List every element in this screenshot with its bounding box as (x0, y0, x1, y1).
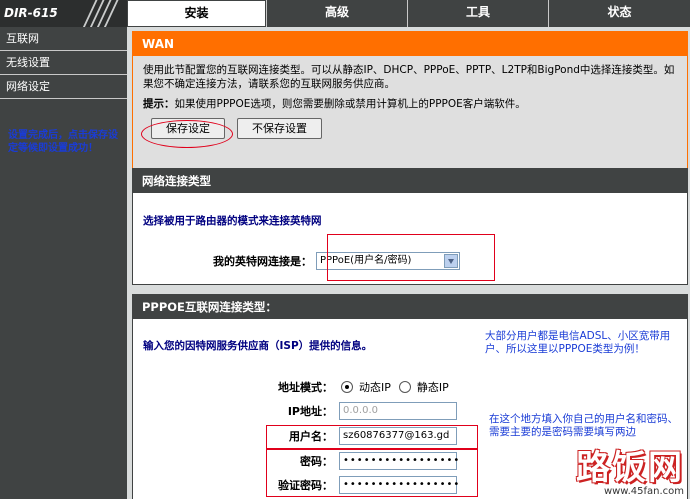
connection-type-title: 网络连接类型 (133, 169, 687, 193)
connection-type-label: 我的英特网连接是： (213, 255, 312, 268)
tip-text: 如果使用PPPOE选项，则您需要删除或禁用计算机上的PPPOE客户端软件。 (174, 98, 526, 110)
highlight-ellipse (141, 120, 233, 148)
wan-description: 使用此节配置您的互联网连接类型。可以从静态IP、DHCP、PPPoE、PPTP、… (143, 64, 675, 90)
tab-advanced[interactable]: 高级 (266, 0, 407, 27)
top-nav-bar: DIR-615 安装 高级 工具 状态 (0, 0, 690, 27)
watermark: 路饭网 www.45fan.com (576, 450, 684, 497)
static-ip-label: 静态IP (416, 381, 449, 394)
wan-title: WAN (133, 32, 687, 56)
annotation-credentials-note: 在这个地方填入你自己的用户名和密码、需要主要的是密码需要填写两边 (489, 413, 678, 438)
tab-tools[interactable]: 工具 (407, 0, 548, 27)
address-mode-row: 地址模式： 动态IP 静态IP (233, 379, 449, 395)
pppoe-title: PPPOE互联网连接类型： (133, 295, 687, 319)
watermark-logo: 路饭网 (576, 448, 684, 488)
highlight-rect-connection (327, 234, 495, 281)
brand-logo: DIR-615 (0, 0, 127, 27)
highlight-rect-username (266, 425, 478, 449)
radio-dynamic-ip[interactable] (341, 381, 353, 393)
highlight-rect-password (266, 449, 478, 497)
tab-status[interactable]: 状态 (548, 0, 690, 27)
radio-static-ip[interactable] (398, 381, 411, 393)
main-content: WAN 使用此节配置您的互联网连接类型。可以从静态IP、DHCP、PPPoE、P… (127, 27, 690, 499)
sidebar-item-internet[interactable]: 互联网 (0, 27, 127, 51)
connection-type-section: 网络连接类型 选择被用于路由器的模式来连接英特网 我的英特网连接是： PPPoE… (132, 168, 688, 285)
annotation-save-hint: 设置完成后，点击保存设定等候即设置成功！ (8, 130, 118, 154)
brand-stripes (80, 0, 121, 27)
wan-tip: 提示：如果使用PPPOE选项，则您需要删除或禁用计算机上的PPPOE客户端软件。 (143, 97, 677, 111)
dont-save-button[interactable]: 不保存设置 (237, 118, 322, 139)
tab-setup[interactable]: 安装 (127, 0, 266, 27)
sidebar: 互联网 无线设置 网络设定 设置完成后，点击保存设定等候即设置成功！ (0, 27, 127, 499)
ip-row: IP地址： 0.0.0.0 (233, 402, 457, 420)
brand-name: DIR-615 (4, 6, 58, 20)
ip-address-label: IP地址： (287, 405, 333, 418)
ip-address-input[interactable]: 0.0.0.0 (339, 402, 457, 420)
sidebar-item-wireless[interactable]: 无线设置 (0, 51, 127, 75)
dynamic-ip-label: 动态IP (359, 381, 391, 394)
sidebar-item-network[interactable]: 网络设定 (0, 75, 127, 99)
wan-panel: WAN 使用此节配置您的互联网连接类型。可以从静态IP、DHCP、PPPoE、P… (132, 31, 688, 185)
tip-label: 提示： (143, 98, 175, 110)
annotation-pppoe-note: 大部分用户都是电信ADSL、小区宽带用户、所以这里以PPPOE类型为例！ (485, 330, 671, 355)
connection-type-subtitle: 选择被用于路由器的模式来连接英特网 (143, 215, 322, 227)
address-mode-label: 地址模式： (278, 381, 333, 394)
